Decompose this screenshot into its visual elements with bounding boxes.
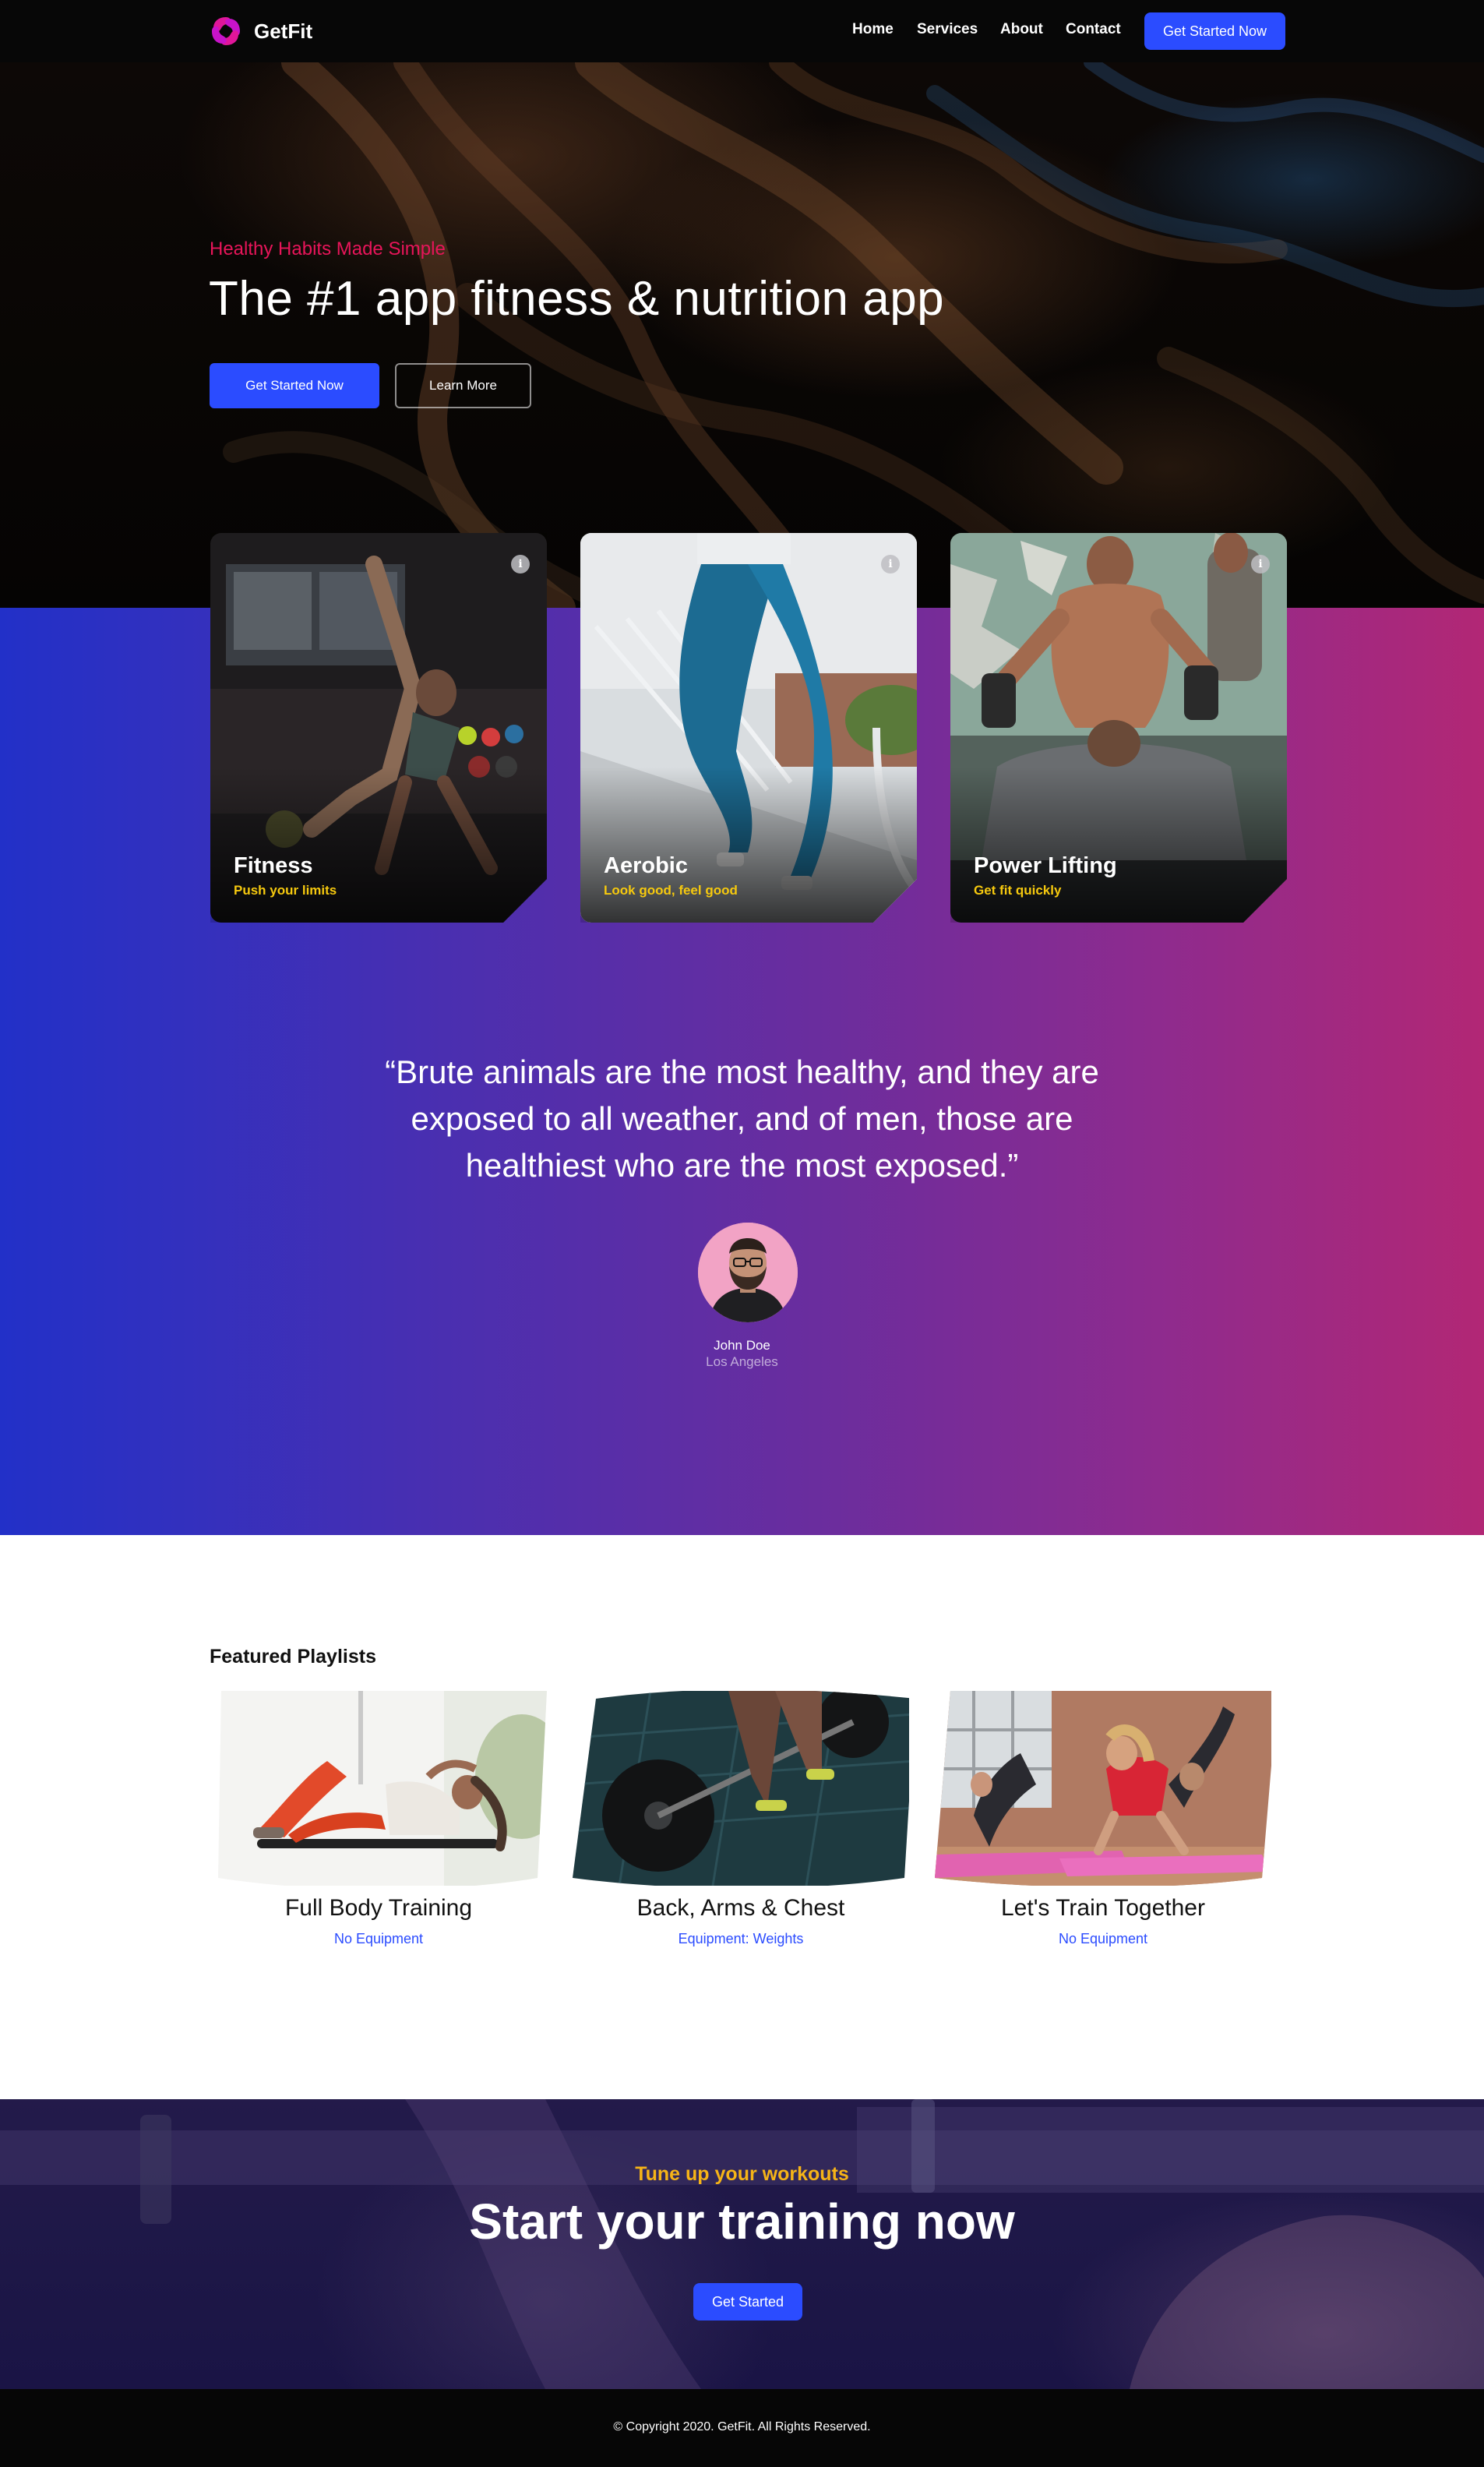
card-subtitle: Get fit quickly: [974, 883, 1062, 898]
playlist-title: Let's Train Together: [1000, 1895, 1205, 1921]
playlist-image: [210, 1691, 547, 1886]
card-title: Fitness: [234, 853, 313, 878]
card-subtitle: Push your limits: [234, 883, 337, 898]
getfit-logo-icon: [212, 17, 240, 45]
card-title: Aerobic: [604, 853, 688, 878]
info-icon[interactable]: i: [511, 555, 530, 574]
card-shade: [210, 767, 547, 923]
playlist-card-train-together[interactable]: Let's Train Together No Equipment: [935, 1691, 1271, 1946]
playlist-card-back-arms-chest[interactable]: Back, Arms & Chest Equipment: Weights: [573, 1691, 909, 1946]
brand-name: GetFit: [254, 19, 313, 43]
nav-link-contact[interactable]: Contact: [1066, 21, 1121, 38]
playlist-card-full-body[interactable]: Full Body Training No Equipment: [210, 1691, 547, 1946]
hero-eyebrow: Healthy Habits Made Simple: [210, 238, 446, 259]
avatar: [698, 1223, 798, 1322]
playlists-heading: Featured Playlists: [210, 1646, 376, 1668]
nav-link-about[interactable]: About: [1000, 21, 1043, 38]
testimonial-name: John Doe: [714, 1338, 770, 1353]
cta-get-started-button[interactable]: Get Started: [693, 2283, 802, 2321]
playlist-image: [935, 1691, 1271, 1886]
nav-link-services[interactable]: Services: [917, 21, 978, 38]
playlist-title: Full Body Training: [284, 1895, 473, 1921]
testimonial-location: Los Angeles: [706, 1354, 778, 1369]
card-shade: [950, 767, 1287, 923]
playlist-image: [573, 1691, 909, 1886]
hero-title: The #1 app fitness & nutrition app: [209, 272, 945, 326]
brand[interactable]: GetFit: [209, 14, 312, 48]
hero-section: Healthy Habits Made Simple The #1 app fi…: [0, 62, 1484, 608]
playlist-title: Back, Arms & Chest: [636, 1895, 845, 1921]
avatar-photo: [698, 1223, 798, 1322]
card-shade: [580, 767, 917, 923]
playlist-subtitle: Equipment: Weights: [678, 1931, 804, 1946]
nav-get-started-button[interactable]: Get Started Now: [1144, 12, 1285, 50]
card-subtitle: Look good, feel good: [604, 883, 738, 898]
cta-title: Start your training now: [469, 2193, 1015, 2250]
category-card-aerobic[interactable]: i Aerobic Look good, feel good: [580, 533, 917, 923]
hero-get-started-button[interactable]: Get Started Now: [210, 363, 379, 408]
category-card-power-lifting[interactable]: i Power Lifting Get fit quickly: [950, 533, 1287, 923]
cta-eyebrow: Tune up your workouts: [635, 2163, 849, 2185]
hero-learn-more-button[interactable]: Learn More: [395, 363, 531, 408]
top-navbar: GetFit Home Services About Contact Get S…: [0, 0, 1484, 62]
footer: © Copyright 2020. GetFit. All Rights Res…: [0, 2389, 1484, 2467]
playlist-subtitle: No Equipment: [333, 1931, 424, 1946]
card-title: Power Lifting: [974, 853, 1117, 878]
info-icon[interactable]: i: [1251, 555, 1270, 574]
playlist-subtitle: No Equipment: [1058, 1931, 1148, 1946]
hero-background-image: [223, 62, 1484, 608]
category-card-fitness[interactable]: i Fitness Push your limits: [210, 533, 547, 923]
cta-section: Tune up your workouts Start your trainin…: [0, 2099, 1484, 2389]
info-icon[interactable]: i: [881, 555, 900, 574]
testimonial-quote: “Brute animals are the most healthy, and…: [385, 1054, 1099, 1184]
nav-link-home[interactable]: Home: [852, 21, 894, 38]
copyright: © Copyright 2020. GetFit. All Rights Res…: [613, 2420, 871, 2433]
